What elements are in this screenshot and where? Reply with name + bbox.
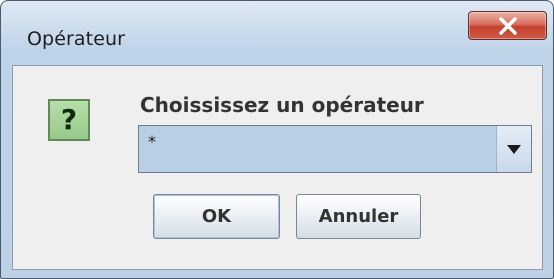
- dialog-window: Opérateur ? Choississez un opérateur * O…: [0, 0, 554, 279]
- question-icon: ?: [48, 99, 90, 141]
- chevron-down-icon: [507, 144, 521, 154]
- title-bar[interactable]: Opérateur: [1, 1, 553, 67]
- operator-select[interactable]: *: [138, 125, 532, 173]
- cancel-button[interactable]: Annuler: [296, 194, 421, 239]
- window-title: Opérateur: [27, 28, 126, 50]
- dialog-content: ? Choississez un opérateur * OK Annuler: [12, 65, 543, 270]
- question-icon-glyph: ?: [60, 103, 78, 136]
- close-x-icon: [498, 16, 517, 35]
- ok-button[interactable]: OK: [153, 194, 280, 239]
- dropdown-arrow-button[interactable]: [496, 126, 531, 172]
- close-button[interactable]: [468, 11, 547, 40]
- operator-select-value: *: [148, 132, 156, 151]
- prompt-label: Choississez un opérateur: [140, 93, 424, 117]
